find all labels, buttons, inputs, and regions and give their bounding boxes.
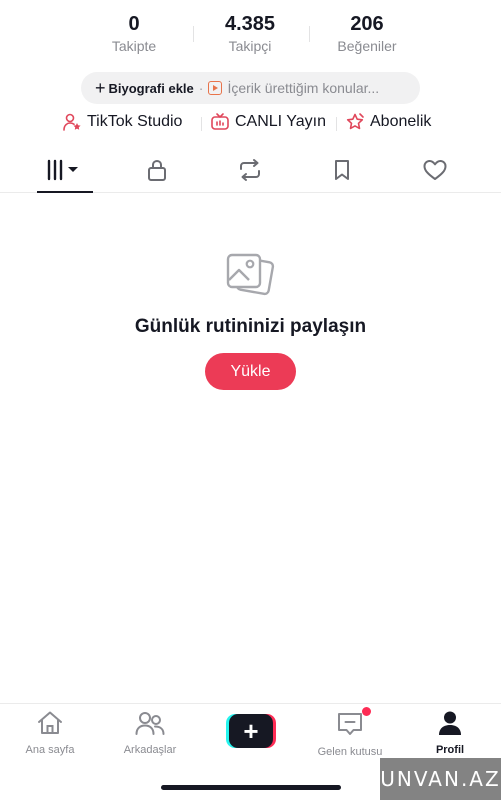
- followers-label: Takipçi: [228, 38, 272, 54]
- bio-pill: + Biyografi ekle · İçerik ürettiğim konu…: [81, 72, 420, 104]
- nav-profile-label: Profil: [435, 744, 465, 756]
- following-label: Takipte: [111, 38, 157, 54]
- following-stat[interactable]: 0 Takipte: [74, 12, 194, 56]
- tab-private[interactable]: [127, 150, 187, 190]
- link-divider: [201, 117, 202, 131]
- tiktok-studio-link[interactable]: TikTok Studio: [62, 112, 182, 132]
- nav-inbox-label: Gelen kutusu: [317, 746, 383, 758]
- bookmark-icon: [335, 160, 349, 180]
- home-indicator: [161, 785, 341, 790]
- tab-reposts[interactable]: [220, 150, 280, 190]
- create-button[interactable]: +: [226, 714, 276, 748]
- followers-count: 4.385: [224, 13, 276, 35]
- tiktok-studio-label: TikTok Studio: [87, 113, 183, 130]
- nav-friends-label: Arkadaşlar: [123, 744, 177, 756]
- tab-favorites[interactable]: [312, 150, 372, 190]
- inbox-icon: [338, 713, 362, 735]
- nav-home[interactable]: Ana sayfa: [5, 710, 95, 756]
- nav-inbox[interactable]: Gelen kutusu: [305, 710, 395, 758]
- subscription-label: Abonelik: [370, 113, 432, 130]
- active-tab-indicator: [37, 191, 93, 193]
- likes-stat[interactable]: 206 Beğeniler: [307, 12, 427, 56]
- subscription-star-icon: [346, 113, 364, 130]
- upload-button[interactable]: Yükle: [205, 353, 296, 390]
- empty-state-title: Günlük rutininizi paylaşın: [134, 316, 367, 337]
- live-label: CANLI Yayın: [235, 113, 327, 130]
- inbox-notification-dot: [362, 707, 371, 716]
- topics-button[interactable]: İçerik ürettiğim konular...: [227, 80, 379, 96]
- heart-icon: [423, 160, 447, 180]
- photos-icon: [226, 253, 275, 296]
- separator-dot: ·: [198, 80, 204, 96]
- profile-stats: 0 Takipte 4.385 Takipçi 206 Beğeniler: [0, 12, 501, 58]
- likes-label: Beğeniler: [337, 38, 397, 54]
- subscription-link[interactable]: Abonelik: [345, 112, 431, 132]
- friends-icon: [135, 712, 165, 735]
- tab-videos[interactable]: [35, 150, 95, 190]
- nav-home-label: Ana sayfa: [25, 744, 75, 756]
- lock-icon: [148, 159, 166, 181]
- repost-icon: [240, 159, 260, 181]
- home-icon: [38, 711, 62, 734]
- grid-bars-icon: [47, 159, 78, 181]
- content-tabs: [0, 150, 501, 193]
- quick-links: TikTok Studio CANLI Yayın Abonelik: [0, 112, 501, 136]
- link-divider: [336, 117, 337, 131]
- add-bio-button[interactable]: Biyografi ekle: [109, 81, 194, 96]
- nav-profile[interactable]: Profil: [405, 710, 495, 756]
- following-count: 0: [128, 13, 140, 35]
- watermark: UNVAN.AZ: [380, 758, 501, 800]
- live-tv-icon: [211, 113, 229, 130]
- tab-liked[interactable]: [405, 150, 465, 190]
- live-link[interactable]: CANLI Yayın: [210, 112, 326, 132]
- plus-icon[interactable]: +: [95, 79, 106, 97]
- person-star-icon: [63, 113, 81, 131]
- followers-stat[interactable]: 4.385 Takipçi: [190, 12, 310, 56]
- likes-count: 206: [350, 13, 384, 35]
- create-icon: +: [229, 714, 273, 748]
- profile-icon: [439, 711, 461, 735]
- nav-friends[interactable]: Arkadaşlar: [105, 710, 195, 756]
- topics-play-icon: [208, 81, 223, 95]
